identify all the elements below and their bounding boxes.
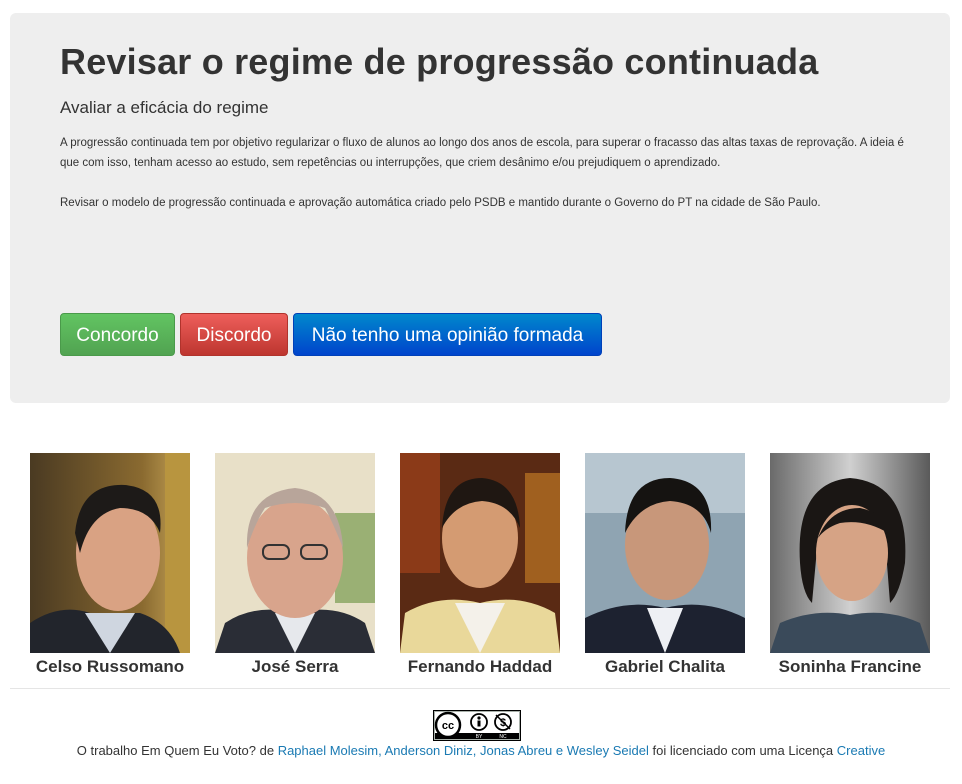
candidate-name: José Serra — [251, 657, 339, 676]
proposal-description: A progressão continuada tem por objetivo… — [60, 137, 904, 169]
no-opinion-button[interactable]: Não tenho uma opinião formada — [293, 313, 602, 356]
proposal-description-2: Revisar o modelo de progressão continuad… — [60, 197, 821, 209]
candidate-photo[interactable] — [770, 453, 930, 653]
license-footer: O trabalho Em Quem Eu Voto? de Raphael M… — [0, 743, 962, 758]
proposal-panel: Revisar o regime de progressão continuad… — [10, 13, 950, 403]
license-link[interactable]: Creative — [837, 743, 885, 758]
candidate-photo[interactable] — [30, 453, 190, 653]
footer-prefix: O trabalho Em Quem Eu Voto? de — [76, 743, 275, 758]
svg-text:BY: BY — [476, 734, 483, 740]
cc-by-nc-icon[interactable]: cc $ BY NC — [433, 710, 521, 741]
candidate-photo[interactable] — [400, 453, 560, 653]
svg-text:cc: cc — [442, 720, 454, 732]
candidate-name: Fernando Haddad — [407, 657, 553, 676]
footer-divider — [10, 688, 950, 689]
candidate-name: Celso Russomano — [35, 657, 185, 676]
svg-text:NC: NC — [499, 734, 507, 740]
proposal-title: Revisar o regime de progressão continuad… — [60, 41, 819, 82]
candidate-name: Soninha Francine — [778, 657, 922, 676]
authors-link[interactable]: Raphael Molesim, Anderson Diniz, Jonas A… — [278, 743, 649, 758]
agree-button[interactable]: Concordo — [60, 313, 175, 356]
candidate-photo[interactable] — [585, 453, 745, 653]
candidate-name: Gabriel Chalita — [605, 657, 725, 676]
proposal-subtitle: Avaliar a eficácia do regime — [60, 98, 269, 117]
footer-middle: foi licenciado com uma Licença — [652, 743, 834, 758]
candidates-row: Celso Russomano José Serra Fernando Hadd… — [0, 453, 962, 683]
candidate-photo[interactable] — [215, 453, 375, 653]
disagree-button[interactable]: Discordo — [180, 313, 288, 356]
